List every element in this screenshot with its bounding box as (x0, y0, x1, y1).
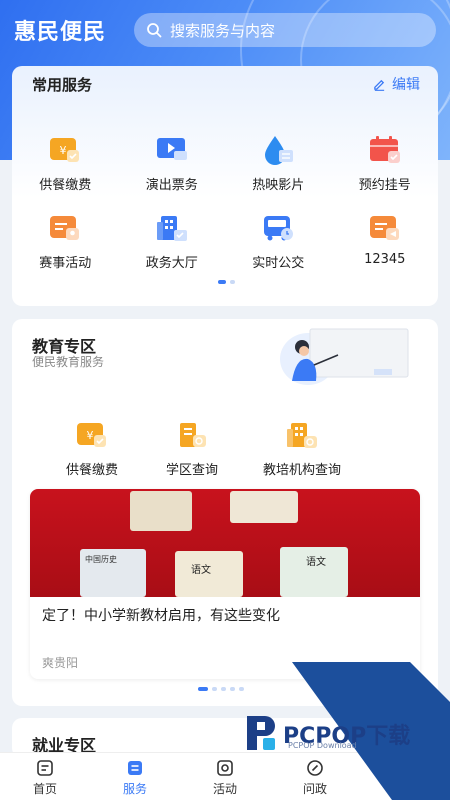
textbook: 语文 (175, 551, 243, 597)
edit-label: 编辑 (392, 77, 420, 93)
indicator-dot (230, 687, 235, 691)
indicator-dot (221, 687, 226, 691)
tab-activity[interactable]: 活动 (180, 753, 270, 800)
service-events[interactable]: 赛事活动 (12, 212, 119, 271)
indicator-dot (212, 687, 217, 691)
textbook-label: 语文 (191, 565, 211, 576)
common-services-title: 常用服务 (32, 76, 93, 94)
svg-text:¥: ¥ (60, 144, 67, 157)
service-ticketing[interactable]: 演出票务 (119, 134, 226, 193)
edit-icon (374, 79, 385, 91)
textbook: 中国历史 (80, 549, 146, 597)
bus-icon (260, 212, 296, 244)
tab-label: 服务 (122, 782, 147, 796)
movie-icon (260, 134, 296, 166)
building-icon (154, 212, 190, 244)
indicator-dot (218, 280, 226, 284)
teacher-illustration (280, 328, 409, 385)
education-subtitle: 便民教育服务 (32, 355, 105, 369)
edu-school-district[interactable]: 学区查询 (142, 419, 242, 478)
indicator-dot (198, 687, 208, 691)
service-label: 赛事活动 (39, 256, 92, 271)
edu-institution-query[interactable]: 教培机构查询 (242, 419, 362, 478)
school-district-icon (174, 419, 210, 451)
hotline-icon (367, 212, 403, 244)
watermark-logo-icon (247, 716, 275, 750)
calendar-icon (367, 134, 403, 166)
service-hotline[interactable]: 12345 (332, 212, 439, 271)
service-label: 实时公交 (252, 256, 305, 271)
tab-service[interactable]: 服务 (90, 753, 180, 800)
service-label: 教培机构查询 (262, 463, 341, 478)
news-card[interactable]: 中国历史 语文 语文 定了！中小学新教材启用，有这些变化 爽贵阳 (30, 489, 420, 679)
textbook: 语文 (280, 547, 348, 597)
search-icon (147, 23, 162, 38)
textbook (130, 491, 192, 531)
service-meal-pay[interactable]: ¥ 供餐缴费 (12, 134, 119, 193)
news-image: 中国历史 语文 语文 (30, 489, 420, 597)
top-bar: 惠民便民 搜索服务与内容 (0, 10, 450, 50)
textbook-label: 中国历史 (85, 555, 117, 564)
service-label: 供餐缴费 (65, 463, 118, 478)
news-title: 定了！中小学新教材启用，有这些变化 (42, 608, 280, 624)
app-title: 惠民便民 (14, 20, 107, 45)
service-realtime-bus[interactable]: 实时公交 (225, 212, 332, 271)
service-label: 学区查询 (165, 463, 218, 478)
tab-home[interactable]: 首页 (0, 753, 90, 800)
meal-pay-icon: ¥ (74, 419, 110, 451)
edit-button[interactable]: 编辑 (373, 74, 420, 94)
textbook-label: 语文 (306, 557, 326, 568)
common-services-card: 常用服务 编辑 ¥ 供餐缴费 演出票务 热映影片 预约挂号 赛事活动 政务大厅 … (12, 66, 438, 306)
tab-label: 活动 (212, 782, 237, 796)
search-placeholder: 搜索服务与内容 (170, 21, 276, 40)
tab-label: 首页 (32, 782, 57, 796)
indicator-dot (230, 280, 235, 284)
edu-meal-pay[interactable]: ¥ 供餐缴费 (42, 419, 142, 478)
service-label: 12345 (364, 252, 406, 267)
service-label: 政务大厅 (145, 256, 198, 271)
meal-pay-icon: ¥ (47, 134, 83, 166)
event-icon (47, 212, 83, 244)
page-indicator (216, 280, 237, 284)
service-label: 预约挂号 (358, 178, 411, 193)
service-label: 演出票务 (145, 178, 198, 193)
textbook (230, 491, 298, 523)
service-icon (128, 761, 142, 775)
service-label: 热映影片 (252, 178, 305, 193)
home-icon (37, 760, 53, 776)
svg-text:¥: ¥ (87, 429, 94, 442)
watermark-subtext: PCPOP Download (288, 741, 357, 750)
search-input[interactable]: 搜索服务与内容 (134, 13, 436, 47)
service-appointment[interactable]: 预约挂号 (332, 134, 439, 193)
ticket-icon (154, 134, 190, 166)
education-card: 教育专区 便民教育服务 ¥ 供餐缴费 学区查询 教培机构查询 中国历史 语文 语… (12, 319, 438, 706)
carousel-indicator (196, 687, 246, 691)
service-movies[interactable]: 热映影片 (225, 134, 332, 193)
indicator-dot (239, 687, 244, 691)
service-label: 供餐缴费 (39, 178, 92, 193)
institution-icon (284, 419, 320, 451)
activity-icon (217, 760, 233, 776)
service-government-hall[interactable]: 政务大厅 (119, 212, 226, 271)
news-source: 爽贵阳 (42, 656, 79, 670)
